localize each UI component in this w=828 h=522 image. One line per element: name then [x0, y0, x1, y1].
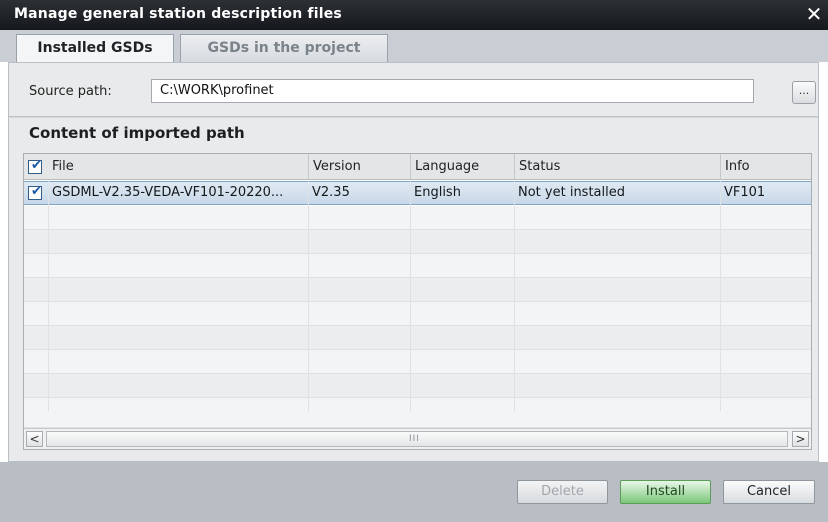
table-row[interactable]: ✔ GSDML-V2.35-VEDA-VF101-20220... V2.35 …	[24, 181, 811, 205]
cell-language: English	[414, 185, 461, 200]
column-header-file[interactable]: File	[48, 154, 306, 180]
column-header-info[interactable]: Info	[720, 154, 811, 180]
main-panel: Source path: C:\WORK\profinet ... Conten…	[8, 62, 819, 462]
section-title: Content of imported path	[29, 124, 245, 142]
window-title: Manage general station description files	[14, 6, 342, 22]
scroll-thumb[interactable]: III	[46, 431, 788, 447]
cell-status: Not yet installed	[518, 185, 625, 200]
browse-button[interactable]: ...	[792, 81, 816, 104]
column-header-version[interactable]: Version	[308, 154, 410, 180]
check-icon: ✔	[31, 184, 42, 199]
check-icon: ✔	[31, 158, 42, 173]
cell-info: VF101	[724, 185, 766, 200]
column-divider	[48, 180, 49, 411]
empty-row	[24, 326, 811, 350]
cancel-button[interactable]: Cancel	[723, 480, 815, 504]
empty-row	[24, 278, 811, 302]
close-icon[interactable]: ✕	[804, 3, 824, 25]
dialog-footer: Delete Install Cancel	[0, 462, 828, 522]
select-all-checkbox[interactable]: ✔	[28, 158, 42, 174]
source-path-input[interactable]: C:\WORK\profinet	[151, 79, 754, 103]
table-header: ✔ File Version Language Status Info	[24, 154, 811, 180]
empty-row	[24, 254, 811, 278]
cell-version: V2.35	[312, 185, 350, 200]
install-button[interactable]: Install	[620, 480, 711, 504]
grip-icon: III	[409, 434, 420, 444]
cell-file: GSDML-V2.35-VEDA-VF101-20220...	[52, 185, 284, 200]
empty-row	[24, 398, 811, 428]
gsd-table: ✔ File Version Language Status Info ✔ GS…	[23, 153, 812, 450]
tab-bar: Installed GSDs GSDs in the project	[0, 30, 828, 63]
title-bar: Manage general station description files…	[0, 0, 828, 30]
column-divider	[410, 180, 411, 411]
empty-row	[24, 350, 811, 374]
column-divider	[514, 180, 515, 411]
empty-row	[24, 230, 811, 254]
column-divider	[308, 180, 309, 411]
column-divider	[720, 180, 721, 411]
tab-gsds-in-project[interactable]: GSDs in the project	[180, 34, 388, 62]
delete-button[interactable]: Delete	[517, 480, 608, 504]
divider	[9, 116, 818, 118]
horizontal-scrollbar[interactable]: < III >	[24, 428, 811, 449]
column-header-language[interactable]: Language	[410, 154, 514, 180]
scroll-right-button[interactable]: >	[792, 431, 809, 447]
tab-installed-gsds[interactable]: Installed GSDs	[16, 34, 174, 63]
empty-row	[24, 374, 811, 398]
column-header-status[interactable]: Status	[514, 154, 720, 180]
empty-row	[24, 206, 811, 230]
row-checkbox[interactable]: ✔	[28, 184, 42, 200]
source-path-label: Source path:	[29, 84, 112, 99]
scroll-left-button[interactable]: <	[26, 431, 43, 447]
empty-row	[24, 302, 811, 326]
